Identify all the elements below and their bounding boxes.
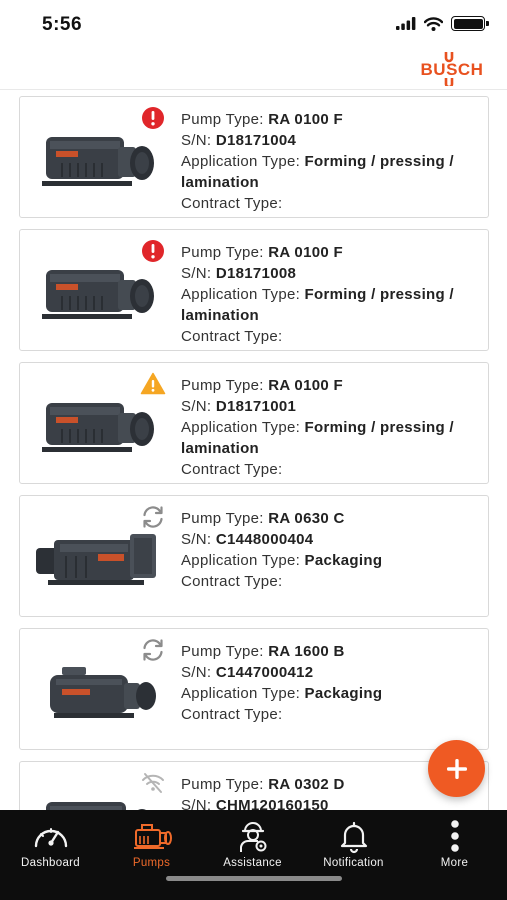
pump-card[interactable]: Pump Type: RA 0100 F S/N: D18171001 Appl… <box>19 362 489 484</box>
serial-value: CHM120160150 <box>215 797 329 810</box>
tab-dashboard[interactable]: Dashboard <box>0 810 101 876</box>
battery-icon <box>451 16 489 31</box>
tab-more[interactable]: More <box>404 810 505 876</box>
add-pump-button[interactable] <box>428 740 485 797</box>
serial-value: C1448000404 <box>215 531 314 548</box>
plus-icon <box>446 758 467 779</box>
contract-type-label: Contract Type: <box>181 461 283 478</box>
pump-type-value: RA 0302 D <box>268 776 345 793</box>
pump-type-label: Pump Type: <box>181 776 264 793</box>
technician-icon <box>239 822 266 852</box>
no-signal-icon <box>142 773 164 793</box>
home-indicator <box>166 876 342 881</box>
contract-type-label: Contract Type: <box>181 195 283 212</box>
pump-type-label: Pump Type: <box>181 244 264 261</box>
pump-card[interactable]: Pump Type: RA 0100 F S/N: D18171008 Appl… <box>19 229 489 351</box>
pump-type-value: RA 0100 F <box>268 377 343 394</box>
pump-details: Pump Type: RA 1600 B S/N: C1447000412 Ap… <box>181 641 481 725</box>
more-vertical-icon <box>450 820 459 852</box>
error-icon <box>142 107 164 129</box>
serial-value: D18171004 <box>215 132 297 149</box>
tab-label: More <box>440 857 469 869</box>
pump-type-value: RA 1600 B <box>268 643 345 660</box>
svg-text:BUSCH: BUSCH <box>421 60 484 79</box>
serial-value: D18171008 <box>215 265 297 282</box>
pump-card[interactable]: Pump Type: RA 0630 C S/N: C1448000404 Ap… <box>19 495 489 617</box>
pump-details: Pump Type: RA 0100 F S/N: D18171004 Appl… <box>181 109 481 214</box>
error-icon <box>142 240 164 262</box>
pump-type-value: RA 0100 F <box>268 244 343 261</box>
bell-icon <box>340 821 367 854</box>
sync-icon <box>143 506 163 528</box>
status-time: 5:56 <box>42 14 83 35</box>
app-header: BUSCH <box>0 48 507 90</box>
application-type-label: Application Type: <box>181 286 301 303</box>
pump-card[interactable]: Pump Type: RA 0100 F S/N: D18171004 Appl… <box>19 96 489 218</box>
speedometer-icon <box>34 828 67 848</box>
application-type-label: Application Type: <box>181 419 301 436</box>
warning-icon <box>140 372 166 395</box>
tab-assistance[interactable]: Assistance <box>202 810 303 876</box>
application-type-label: Application Type: <box>181 153 301 170</box>
signal-icon <box>396 17 416 30</box>
tab-label: Notification <box>323 857 384 869</box>
serial-label: S/N: <box>181 265 212 282</box>
busch-logo: BUSCH <box>421 52 484 86</box>
pump-type-label: Pump Type: <box>181 111 264 128</box>
tab-label: Assistance <box>223 857 282 869</box>
contract-type-label: Contract Type: <box>181 328 283 345</box>
tab-pumps[interactable]: Pumps <box>101 810 202 876</box>
pump-details: Pump Type: RA 0630 C S/N: C1448000404 Ap… <box>181 508 481 592</box>
pump-list[interactable]: Pump Type: RA 0100 F S/N: D18171004 Appl… <box>0 90 507 810</box>
serial-label: S/N: <box>181 398 212 415</box>
serial-value: D18171001 <box>215 398 297 415</box>
pump-details: Pump Type: RA 0100 F S/N: D18171008 Appl… <box>181 242 481 347</box>
contract-type-label: Contract Type: <box>181 706 283 723</box>
application-type-value: Packaging <box>304 552 383 569</box>
tab-label: Dashboard <box>21 857 80 869</box>
sync-icon <box>143 639 163 661</box>
pump-type-label: Pump Type: <box>181 643 264 660</box>
pump-card[interactable]: Pump Type: RA 1600 B S/N: C1447000412 Ap… <box>19 628 489 750</box>
serial-label: S/N: <box>181 531 212 548</box>
application-type-label: Application Type: <box>181 685 301 702</box>
serial-label: S/N: <box>181 797 212 810</box>
application-type-value: Packaging <box>304 685 383 702</box>
pump-card[interactable]: Pump Type: RA 0302 D S/N: CHM120160150 <box>19 761 489 810</box>
pump-type-label: Pump Type: <box>181 510 264 527</box>
pump-icon <box>133 824 172 849</box>
serial-label: S/N: <box>181 132 212 149</box>
serial-label: S/N: <box>181 664 212 681</box>
pump-type-label: Pump Type: <box>181 377 264 394</box>
tab-label: Pumps <box>132 857 171 869</box>
application-type-label: Application Type: <box>181 552 301 569</box>
tab-notification[interactable]: Notification <box>303 810 404 876</box>
status-bar: 5:56 <box>0 0 507 48</box>
pump-details: Pump Type: RA 0100 F S/N: D18171001 Appl… <box>181 375 481 480</box>
tab-bar: Dashboard Pumps Assistance Notification … <box>0 810 507 900</box>
pump-type-value: RA 0630 C <box>268 510 345 527</box>
serial-value: C1447000412 <box>215 664 314 681</box>
contract-type-label: Contract Type: <box>181 573 283 590</box>
status-icons <box>396 16 489 31</box>
pump-type-value: RA 0100 F <box>268 111 343 128</box>
wifi-icon <box>424 16 443 31</box>
